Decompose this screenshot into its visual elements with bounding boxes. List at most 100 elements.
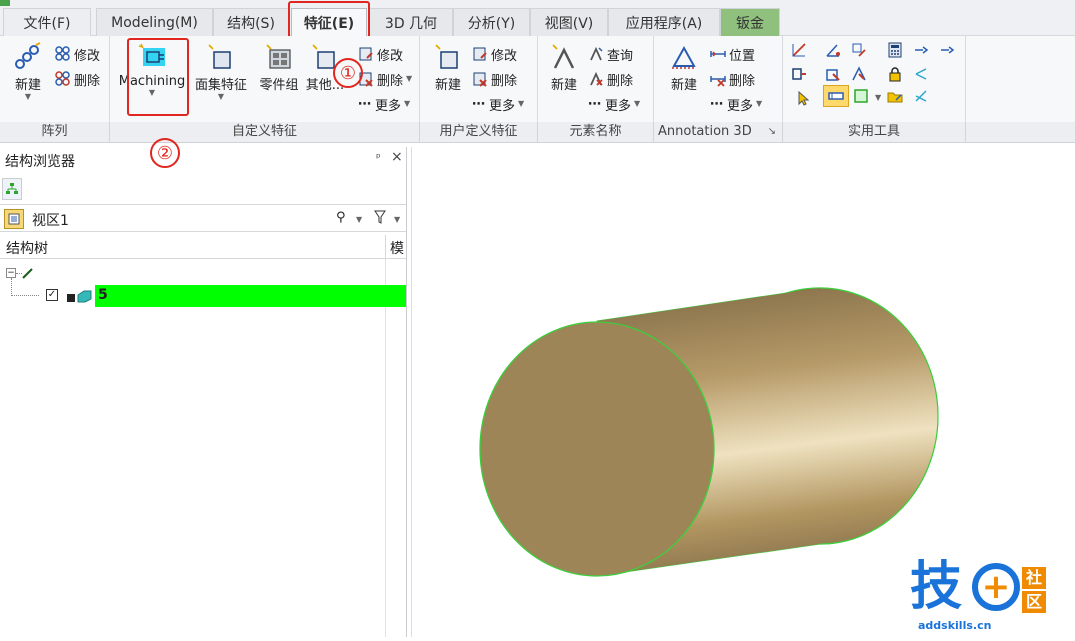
array-delete-button[interactable]: 删除 [55,69,100,89]
measure-line-icon[interactable] [791,42,807,58]
section-icon[interactable] [791,66,807,82]
tab-applications[interactable]: 应用程序(A) [608,8,720,36]
modify-icon [473,47,487,61]
annotation-position-label: 位置 [729,48,756,64]
snap-icon[interactable] [913,88,929,104]
close-icon[interactable]: × [391,149,403,165]
lock-icon[interactable] [887,66,903,82]
collapse-toggle-icon[interactable]: − [6,268,16,278]
chevron-down-icon: ▼ [756,99,763,108]
chevron-down-icon[interactable]: ▼ [875,94,881,102]
machining-button[interactable]: Machining ▼ [116,36,188,97]
group-label-array: 阵列 [0,122,110,143]
inspect-icon[interactable] [825,66,841,82]
select-mode-toggle[interactable] [823,85,849,107]
array-new-button[interactable]: 新建 ▼ [8,36,48,101]
custom-modify-button[interactable]: 修改 [358,44,403,64]
tree-column-line [385,259,386,637]
tab-feature[interactable]: 特征(E) [291,8,367,36]
chevron-down-icon[interactable]: ▼ [356,216,362,224]
tree-item-checkbox[interactable]: ✓ [46,289,58,301]
user-feature-more-label: 更多 [489,98,516,114]
more-dots-icon: ⋯ [358,96,371,112]
query-icon [590,46,603,61]
group-label-annotation: Annotation 3D ↘ [654,122,783,143]
element-name-more-button[interactable]: ⋯ 更多 ▼ [588,94,640,114]
group-custom-feature: Machining ▼ 面集特征 ▼ 零件组 其他... 修改 删除 ▼ ⋯ 更… [110,36,420,122]
transform-icon[interactable] [851,42,867,58]
group-label-element-name: 元素名称 [538,122,654,143]
element-name-more-label: 更多 [605,98,632,114]
constraint-icon[interactable] [913,42,929,58]
folder-edit-icon[interactable] [887,88,903,104]
chevron-down-icon[interactable]: ▼ [394,216,400,224]
tab-modeling[interactable]: Modeling(M) [96,8,213,36]
custom-more-button[interactable]: ⋯ 更多 ▼ [358,94,410,114]
array-chain-icon [13,42,43,72]
element-name-new-label: 新建 [550,78,577,93]
tree-root-button[interactable] [2,178,22,200]
pin-icon[interactable]: ᵖ [376,151,381,164]
array-new-label: 新建 [14,78,41,93]
pointer-icon[interactable] [795,90,811,106]
hierarchy-icon [6,183,18,194]
3d-viewport[interactable]: 技 + 社 区 addskills.cn [411,147,1075,637]
user-feature-delete-button[interactable]: 删除 [472,69,517,89]
annotation-new-label: 新建 [670,78,697,93]
element-name-new-button[interactable]: 新建 [546,36,582,93]
position-icon [710,51,726,57]
custom-delete-button[interactable]: 删除 ▼ [358,69,412,89]
calculator-icon[interactable] [887,42,903,58]
constraint-2-icon[interactable] [939,42,955,58]
view-name[interactable]: 视区1 [32,210,69,230]
dialog-launcher-icon[interactable]: ↘ [768,122,776,142]
column-structure-tree[interactable]: 结构树 [6,238,48,258]
annotation-more-button[interactable]: ⋯ 更多 ▼ [710,94,762,114]
machining-label: Machining [118,74,186,89]
user-feature-more-button[interactable]: ⋯ 更多 ▼ [472,94,524,114]
filter-icon[interactable] [374,210,386,228]
modify-icon [359,47,373,61]
tab-file[interactable]: 文件(F) [3,8,91,36]
tree-connector [11,278,39,296]
tab-view[interactable]: 视图(V) [530,8,608,36]
annotation-position-button[interactable]: 位置 [710,44,755,64]
part-group-icon [264,42,294,72]
tab-structure[interactable]: 结构(S) [213,8,289,36]
column-divider [385,235,386,259]
align-icon[interactable] [913,66,929,82]
tree-item-selected-row[interactable]: 5 [95,285,406,307]
element-name-query-label: 查询 [607,48,634,64]
chevron-down-icon: ▼ [217,92,225,101]
custom-delete-label: 删除 [377,73,404,89]
frame-select-toggle[interactable] [851,86,871,106]
tab-3d-geometry[interactable]: 3D 几何 [369,8,453,36]
group-element-name: 新建 查询 删除 ⋯ 更多 ▼ [538,36,654,122]
user-feature-new-label: 新建 [434,78,461,93]
part-group-button[interactable]: 零件组 [254,36,304,93]
user-feature-delete-label: 删除 [491,73,518,89]
element-name-icon [549,42,579,72]
array-modify-button[interactable]: 修改 [55,44,100,64]
watermark-qu: 区 [1022,591,1046,613]
binoculars-icon[interactable]: ⚲ [336,210,346,225]
step-one-marker: ① [333,58,363,88]
face-set-icon [206,42,236,72]
annotation-delete-button[interactable]: 删除 [710,69,755,89]
face-set-feature-button[interactable]: 面集特征 ▼ [190,36,252,101]
user-feature-modify-button[interactable]: 修改 [472,44,517,64]
chevron-down-icon: ▼ [518,99,525,108]
view-icon [4,209,24,229]
column-model[interactable]: 模 [390,238,404,258]
tab-sheet-metal[interactable]: 钣金 [720,8,780,36]
group-label-tools: 实用工具 [783,122,966,143]
element-name-delete-button[interactable]: 删除 [588,69,633,89]
element-name-query-button[interactable]: 查询 [588,44,633,64]
user-feature-new-button[interactable]: 新建 [430,36,466,93]
annotation-new-button[interactable]: 新建 [666,36,702,93]
user-feature-icon [433,42,463,72]
measure-angle-icon[interactable] [825,42,841,58]
chevron-down-icon: ▼ [404,99,411,108]
tab-analysis[interactable]: 分析(Y) [453,8,530,36]
mirror-icon[interactable] [851,66,867,82]
